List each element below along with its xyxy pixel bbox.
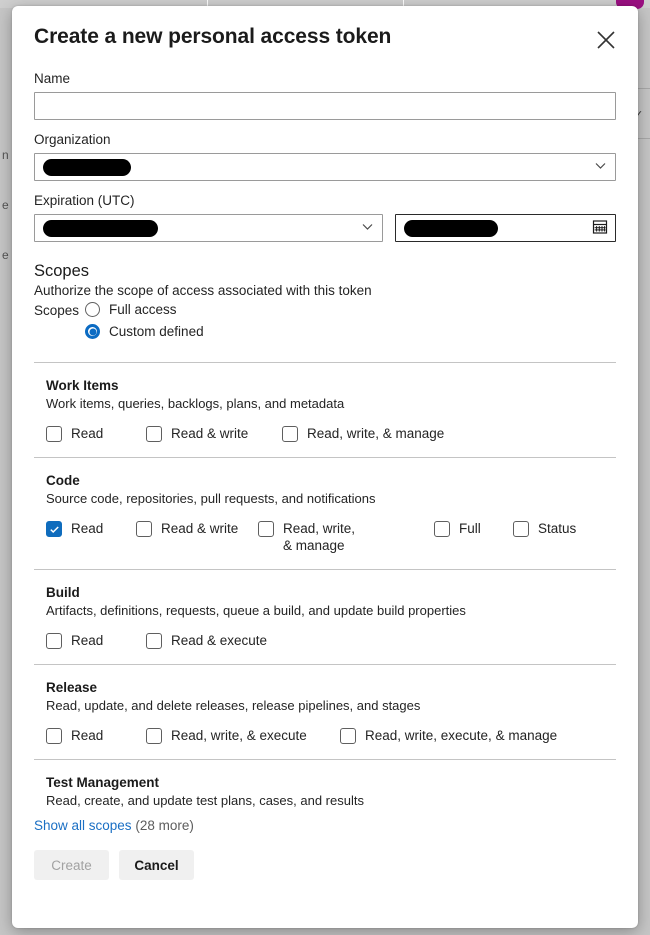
scope-checkbox-row: Read Read & execute xyxy=(46,632,616,649)
backdrop-text-fragment: e xyxy=(2,248,9,262)
checkbox-icon xyxy=(146,426,162,442)
checkbox-icon xyxy=(136,521,152,537)
chevron-down-icon xyxy=(594,159,607,175)
checkbox-label: Full xyxy=(459,521,481,536)
page-title: Create a new personal access token xyxy=(34,25,392,48)
dialog-footer: Show all scopes (28 more) Create Cancel xyxy=(12,817,638,880)
checkbox-code-full[interactable]: Full xyxy=(434,520,513,537)
backdrop-text-fragment: n xyxy=(2,148,9,162)
radio-icon-selected xyxy=(85,324,101,339)
checkbox-icon xyxy=(513,521,529,537)
checkbox-icon xyxy=(46,633,62,649)
radio-option-full-access[interactable]: Full access xyxy=(85,301,204,318)
scope-checkbox-row: Read Read, write, & execute Read, write,… xyxy=(46,727,616,744)
checkbox-icon xyxy=(258,521,274,537)
checkbox-label: Read & write xyxy=(161,521,239,536)
checkbox-code-read-write-manage[interactable]: Read, write, & manage xyxy=(258,520,434,554)
scope-group-name: Test Management xyxy=(46,775,160,790)
checkbox-build-read[interactable]: Read xyxy=(46,632,146,649)
checkbox-label: Read xyxy=(71,521,104,536)
show-all-scopes-link[interactable]: Show all scopes xyxy=(34,818,132,833)
checkbox-label: Read xyxy=(71,633,104,648)
scope-group-name: Code xyxy=(46,473,80,488)
checkbox-code-read[interactable]: Read xyxy=(46,520,136,537)
scope-group-build: Build Artifacts, definitions, requests, … xyxy=(34,569,616,664)
checkbox-icon xyxy=(282,426,298,442)
checkbox-icon-checked xyxy=(46,521,62,537)
chevron-down-icon xyxy=(361,220,374,236)
checkbox-label: Status xyxy=(538,521,577,536)
radio-option-custom-defined[interactable]: Custom defined xyxy=(85,323,204,340)
checkbox-release-read[interactable]: Read xyxy=(46,727,146,744)
checkbox-code-read-write[interactable]: Read & write xyxy=(136,520,258,537)
expiration-row xyxy=(34,214,616,242)
checkbox-label: Read, write, execute, & manage xyxy=(365,728,558,743)
dialog-body: Name Organization Expiration (UTC) Scope… xyxy=(12,70,638,815)
radio-option-label: Custom defined xyxy=(109,324,204,339)
scope-group-description: Artifacts, definitions, requests, queue … xyxy=(46,603,466,618)
show-all-scopes-row: Show all scopes (28 more) xyxy=(34,817,616,835)
scope-group-name: Release xyxy=(46,680,98,695)
checkbox-icon xyxy=(340,728,356,744)
radio-option-label: Full access xyxy=(109,302,177,317)
scope-group-code: Code Source code, repositories, pull req… xyxy=(34,457,616,569)
checkbox-label: Read, write, & manage xyxy=(283,521,356,553)
checkbox-build-read-execute[interactable]: Read & execute xyxy=(146,632,306,649)
organization-select[interactable] xyxy=(34,153,616,181)
name-input[interactable] xyxy=(34,92,616,120)
expiration-preset-value-redacted xyxy=(43,219,158,237)
scope-group-name: Build xyxy=(46,585,80,600)
checkbox-label: Read xyxy=(71,426,104,441)
checkbox-icon xyxy=(146,728,162,744)
close-icon xyxy=(595,29,617,51)
expiration-label: Expiration (UTC) xyxy=(34,193,135,208)
dialog-action-buttons: Create Cancel xyxy=(34,850,616,880)
scope-group-work-items: Work Items Work items, queries, backlogs… xyxy=(34,362,616,457)
cancel-button[interactable]: Cancel xyxy=(119,850,194,880)
checkbox-icon xyxy=(46,728,62,744)
checkbox-icon xyxy=(434,521,450,537)
scope-checkbox-row: Read Read & write Read, write, & manage xyxy=(46,425,616,442)
checkbox-work-items-read-write-manage[interactable]: Read, write, & manage xyxy=(282,425,462,442)
checkbox-label: Read & execute xyxy=(171,633,268,648)
checkbox-release-read-write-execute[interactable]: Read, write, & execute xyxy=(146,727,340,744)
scopes-description: Authorize the scope of access associated… xyxy=(34,283,372,298)
dialog-header: Create a new personal access token xyxy=(12,6,638,50)
checkbox-work-items-read[interactable]: Read xyxy=(46,425,146,442)
scope-checkbox-row: Read Read & write Read, write, & manage … xyxy=(46,520,616,554)
name-label: Name xyxy=(34,71,71,86)
checkbox-icon xyxy=(146,633,162,649)
checkbox-label: Read xyxy=(71,728,104,743)
show-all-scopes-count: (28 more) xyxy=(135,818,194,833)
checkbox-icon xyxy=(46,426,62,442)
scopes-radio-group-label: Scopes xyxy=(34,303,80,318)
radio-icon xyxy=(85,302,101,317)
scope-group-description: Read, create, and update test plans, cas… xyxy=(46,793,364,808)
backdrop-text-fragment: e xyxy=(2,198,9,212)
scope-group-name: Work Items xyxy=(46,378,119,393)
close-button[interactable] xyxy=(590,24,622,56)
checkbox-code-status[interactable]: Status xyxy=(513,520,593,537)
scope-group-description: Work items, queries, backlogs, plans, an… xyxy=(46,396,345,411)
create-token-dialog: Create a new personal access token Name … xyxy=(12,6,638,928)
scope-group-description: Read, update, and delete releases, relea… xyxy=(46,698,421,713)
scope-group-release: Release Read, update, and delete release… xyxy=(34,664,616,759)
checkbox-release-read-write-execute-manage[interactable]: Read, write, execute, & manage xyxy=(340,727,570,744)
checkbox-label: Read, write, & execute xyxy=(171,728,307,743)
scope-group-description: Source code, repositories, pull requests… xyxy=(46,491,376,506)
scope-group-test-management: Test Management Read, create, and update… xyxy=(34,759,616,815)
calendar-icon[interactable] xyxy=(592,219,608,238)
checkbox-work-items-read-write[interactable]: Read & write xyxy=(146,425,282,442)
checkbox-label: Read, write, & manage xyxy=(307,426,445,441)
expiration-date-input[interactable] xyxy=(395,214,616,242)
organization-label: Organization xyxy=(34,132,111,147)
scopes-heading: Scopes xyxy=(34,262,90,280)
expiration-date-value-redacted xyxy=(404,219,498,237)
checkbox-label: Read & write xyxy=(171,426,249,441)
expiration-preset-select[interactable] xyxy=(34,214,383,242)
create-button[interactable]: Create xyxy=(34,850,109,880)
scopes-radio-group: Scopes Full access Custom defined xyxy=(34,301,616,340)
organization-value-redacted xyxy=(43,158,131,176)
